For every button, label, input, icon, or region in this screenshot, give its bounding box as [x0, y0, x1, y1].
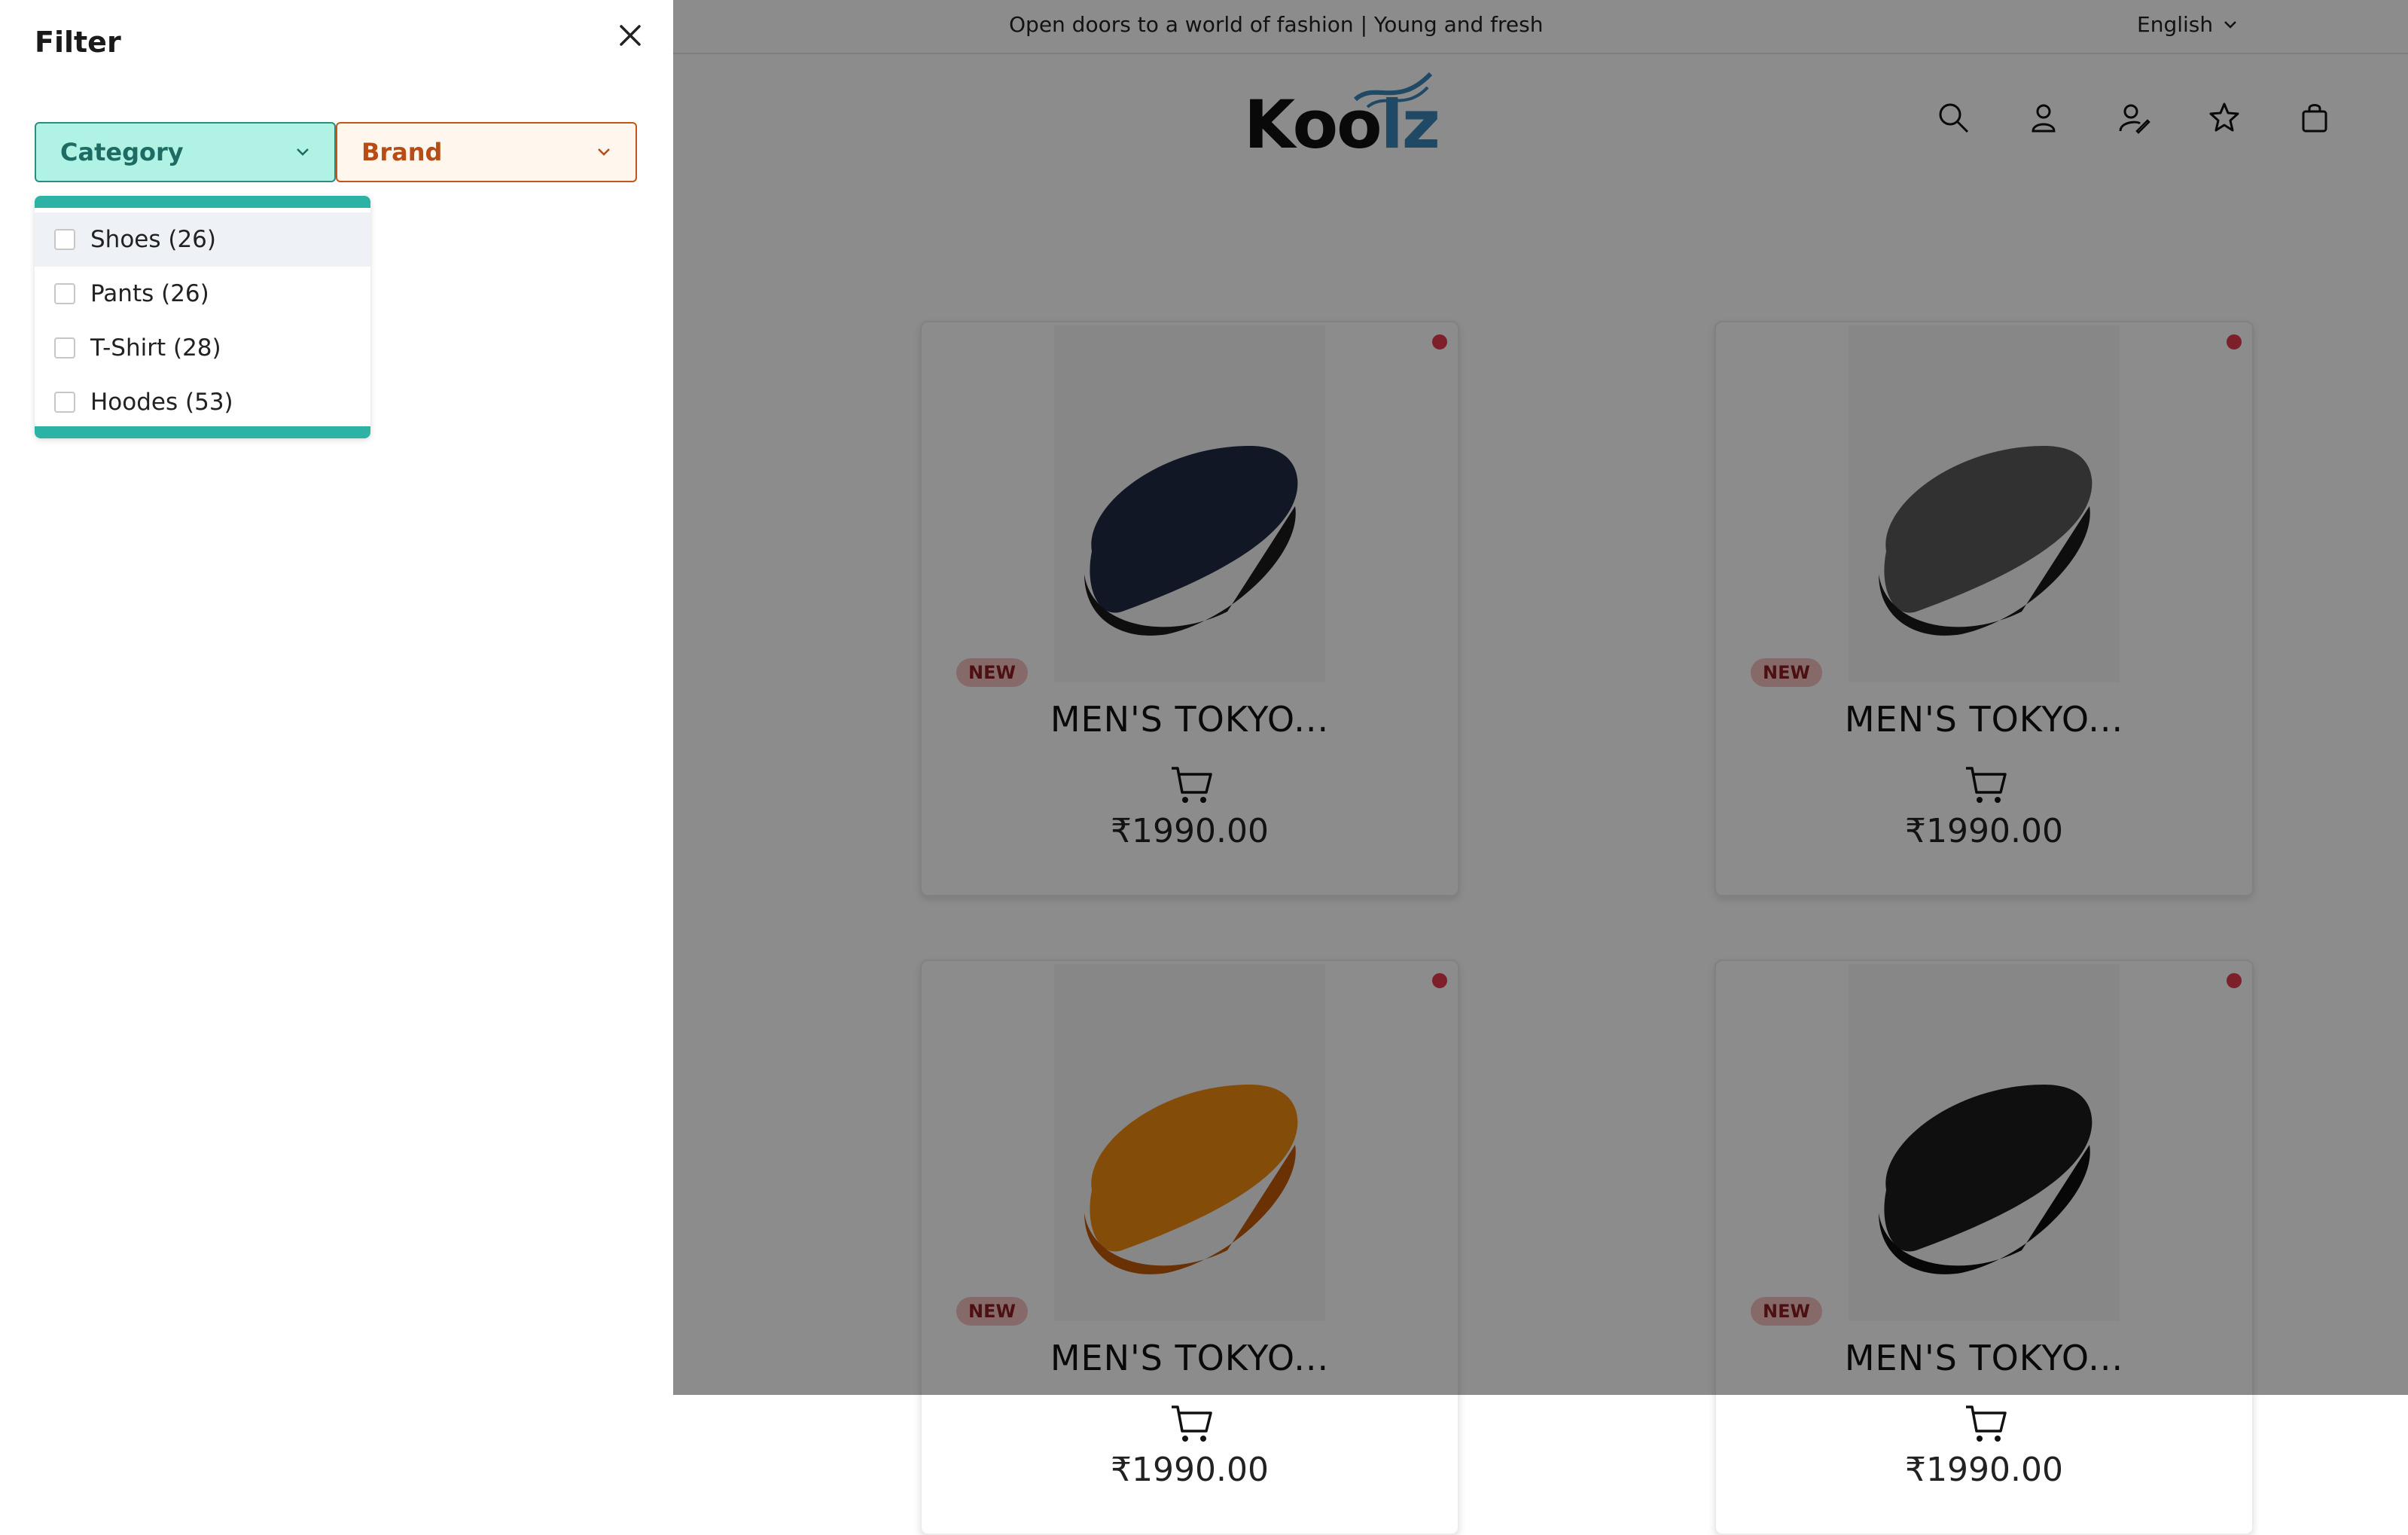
- chevron-down-icon: [598, 148, 610, 156]
- checkbox[interactable]: [54, 229, 75, 250]
- checkbox[interactable]: [54, 337, 75, 359]
- product-price: ₹1990.00: [1905, 1451, 2063, 1489]
- category-option-hoodes[interactable]: Hoodes (53): [35, 375, 370, 429]
- menu-top-bar: [35, 196, 370, 208]
- category-options-menu: Shoes (26) Pants (26) T-Shirt (28) Hoode…: [35, 196, 370, 438]
- option-label: Pants (26): [90, 280, 209, 307]
- brand-label: Brand: [361, 138, 443, 166]
- category-option-pants[interactable]: Pants (26): [35, 267, 370, 321]
- cart-icon[interactable]: [1169, 1401, 1214, 1446]
- category-label: Category: [60, 138, 184, 166]
- filter-title: Filter: [35, 26, 121, 59]
- option-label: T-Shirt (28): [90, 334, 221, 362]
- close-icon[interactable]: [611, 17, 649, 54]
- option-label: Hoodes (53): [90, 389, 233, 416]
- menu-bottom-bar: [35, 426, 370, 438]
- product-price: ₹1990.00: [1111, 1451, 1269, 1489]
- filter-drawer: Filter Category Brand Shoes (26) Pants (…: [0, 0, 673, 1395]
- category-option-shoes[interactable]: Shoes (26): [35, 212, 370, 267]
- category-option-tshirt[interactable]: T-Shirt (28): [35, 321, 370, 375]
- cart-icon[interactable]: [1963, 1401, 2008, 1446]
- brand-dropdown-button[interactable]: Brand: [336, 122, 637, 182]
- checkbox[interactable]: [54, 283, 75, 304]
- chevron-down-icon: [297, 148, 309, 156]
- checkbox[interactable]: [54, 392, 75, 413]
- category-dropdown-button[interactable]: Category: [35, 122, 336, 182]
- option-label: Shoes (26): [90, 226, 217, 253]
